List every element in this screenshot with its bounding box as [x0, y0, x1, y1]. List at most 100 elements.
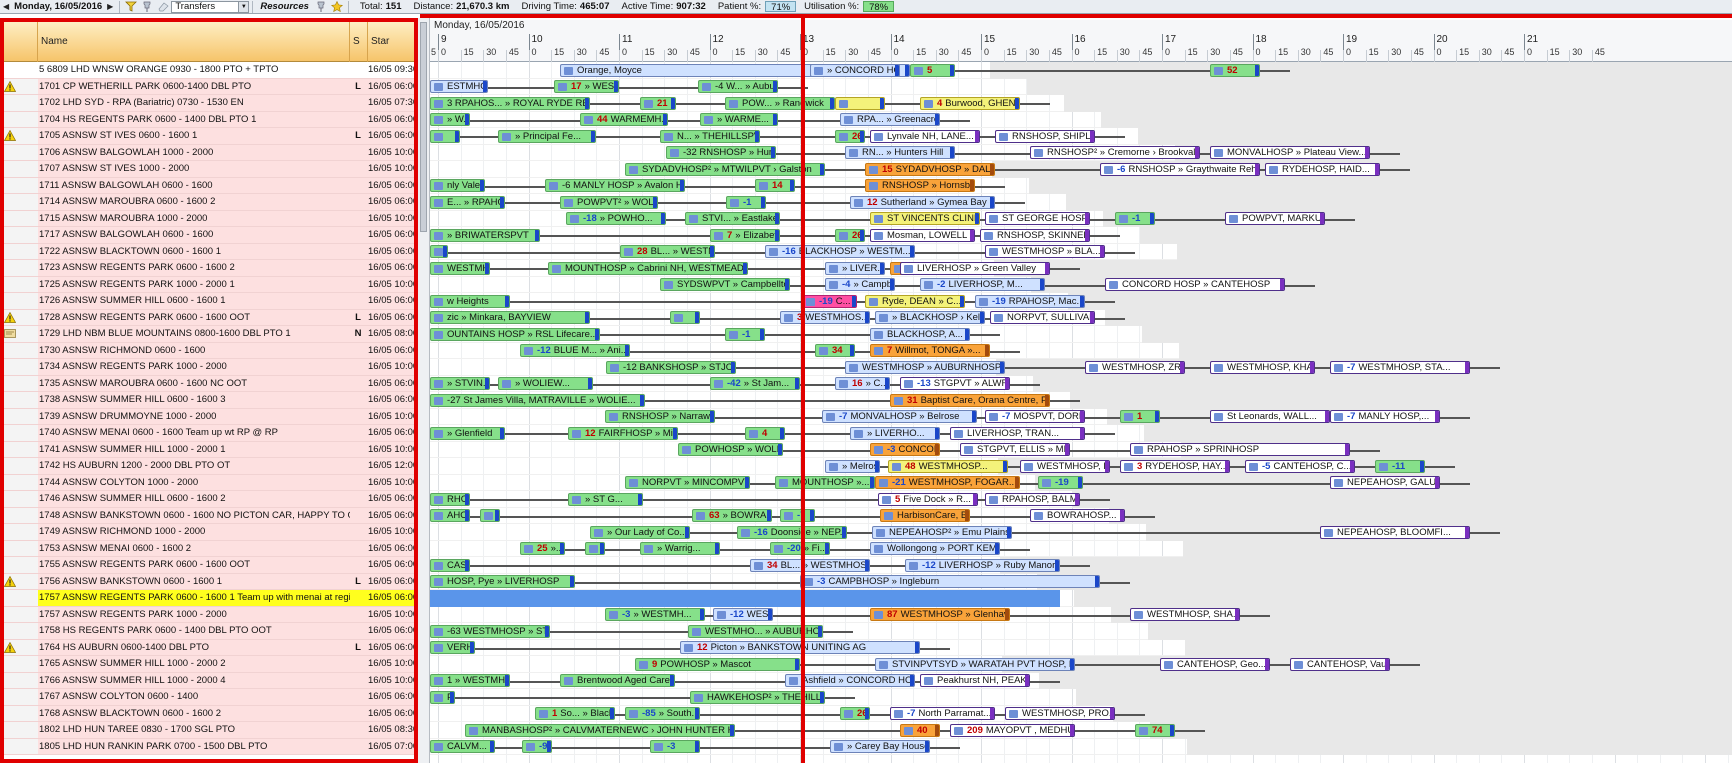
timeline-body[interactable]: Orange, Moyce» CONCORD HOSP552ESTMHOSP17… — [430, 62, 1732, 763]
transfer-job-bar[interactable]: POWHOSP » WOLIEWHO... — [678, 443, 783, 456]
timeline-row[interactable]: VERHOSP 12Picton » BANKSTOWN UNITING AG — [430, 639, 1732, 656]
transfer-job-bar[interactable]: -9 — [522, 740, 552, 753]
transfer-job-bar[interactable]: Peakhurst NH, PEAKHU... — [920, 674, 1030, 687]
transfer-job-bar[interactable]: -7 North Parramat... — [890, 707, 995, 720]
transfer-job-bar[interactable]: NORPVT, SULLIVAN »... — [990, 311, 1095, 324]
transfer-job-bar[interactable]: -7 MONVALHOSP » Belrose — [822, 410, 977, 423]
timeline-row[interactable]: P »... HAWKEHOSP² » THEHILLSPVT — [430, 689, 1732, 706]
transfer-job-bar[interactable] — [430, 129, 460, 143]
transfer-job-bar[interactable]: -5 CANTEHOSP, C... — [1245, 459, 1355, 473]
grid-row[interactable]: 1722 ASNSW BLACKTOWN 0600 - 1600 1 16/05 … — [0, 243, 417, 260]
transfer-job-bar[interactable]: -12 BANKSHOSP » STJOSHOSP — [606, 360, 736, 374]
transfer-job-bar[interactable]: -12WES... — [713, 608, 773, 621]
grid-row[interactable]: 5 6809 LHD WNSW ORANGE 0930 - 1800 PTO +… — [0, 62, 417, 79]
transfer-job-bar[interactable]: ST GEORGE HOSP... — [985, 212, 1090, 225]
transfer-job-bar[interactable]: » Warrig... — [640, 542, 720, 555]
transfer-job-bar[interactable]: ST VINCENTS CLINIC... — [870, 212, 980, 225]
grid-row[interactable]: 1805 LHD HUN RANKIN PARK 0700 - 1500 DBL… — [0, 738, 417, 755]
transfer-job-bar[interactable]: » STVIN... — [430, 377, 490, 390]
transfer-job-bar[interactable]: Wollongong » PORT KEMBLA... — [870, 542, 1000, 555]
transfer-job-bar[interactable]: 74 — [1135, 723, 1175, 737]
transfer-job-bar[interactable]: 1 — [1120, 410, 1160, 423]
transfer-job-bar[interactable]: 63» BOWRA... — [692, 509, 772, 522]
transfer-job-bar[interactable]: -19 C... — [802, 294, 857, 308]
transfer-job-bar[interactable]: 9 POWHOSP » Mascot — [635, 657, 800, 671]
timeline-row[interactable]: » BRIWATERSPVT 7» Elizabeth... 26 Mosman, L… — [430, 227, 1732, 244]
timeline-row[interactable]: WESTMHOSP MOUNTHOSP » Cabrini NH, WESTMEA… — [430, 260, 1732, 277]
transfer-job-bar[interactable]: -13 STGPVT » ALWR... — [900, 377, 1010, 390]
grid-row[interactable]: 1765 ASNSW SUMMER HILL 1000 - 2000 2 16/0… — [0, 656, 417, 673]
transfer-job-bar[interactable]: -2 — [480, 509, 500, 522]
grid-row[interactable]: 1729 LHD NBM BLUE MOUNTAINS 0800-1600 DB… — [0, 326, 417, 343]
timeline-row[interactable]: w Heights -19 C... Ryde, DEAN » C... -19 RPAH… — [430, 293, 1732, 310]
transfer-job-bar[interactable]: LIVERHOSP, TRAN... — [950, 426, 1085, 440]
transfer-job-bar[interactable]: NEPEAHOSP, BLOOMFI... — [1320, 525, 1470, 539]
vertical-scrollbar[interactable] — [418, 18, 430, 763]
transfer-job-bar[interactable] — [835, 96, 885, 110]
transfer-job-bar[interactable]: -18» POWHO... — [566, 212, 666, 225]
filter-icon[interactable] — [125, 1, 138, 12]
transfer-job-bar[interactable]: VERHOSP — [430, 641, 475, 654]
timeline-row[interactable]: 3 RPAHOS... » ROYAL RYDE REHABILIT 21 POW.… — [430, 95, 1732, 112]
transfer-job-bar[interactable]: -32 RNSHOSP » Hunter... — [666, 146, 776, 159]
timeline-row[interactable]: CASTLE H... 34BL... » WESTMHOSP -12LIVERHO… — [430, 557, 1732, 574]
transfer-job-bar[interactable]: WESTMHOSP » AUBURNHOSP — [845, 360, 1005, 374]
timeline-row[interactable]: SYDADVHOSP² » MTWILPVT › Galston 15 SYDADV… — [430, 161, 1732, 178]
grid-row[interactable]: 1767 ASNSW COLYTON 0600 - 1400 16/05 06:0… — [0, 689, 417, 706]
transfer-job-bar[interactable]: -16 BLACKHOSP » WESTM... — [765, 245, 915, 258]
timeline-row[interactable]: AHOSP -2 63» BOWRA... -7 HarbisonCare, B... B… — [430, 507, 1732, 524]
transfer-job-bar[interactable]: » ST G... — [568, 492, 643, 506]
grid-row[interactable]: 1740 ASNSW MENAI 0600 - 1600 Team up wt … — [0, 425, 417, 442]
transfer-job-bar[interactable]: St Leonards, WALL... — [1210, 410, 1330, 423]
transfer-job-bar[interactable]: WESTMHOSP » BLA... — [985, 245, 1105, 258]
timeline-row[interactable]: zic » Minkara, BAYVIEW 3 WESTMHOS... » BLAC… — [430, 309, 1732, 326]
indicator-column-header[interactable] — [0, 20, 38, 62]
transfer-job-bar[interactable]: RNSHOSP, SKINNER »... — [980, 228, 1090, 242]
transfer-job-bar[interactable]: -27 St James Villa, MATRAVILLE » WOLIE..… — [430, 393, 645, 407]
transfer-job-bar[interactable]: RNSHOSP » Narraweena — [605, 410, 715, 423]
transfer-job-bar[interactable]: -3 CAMPBHOSP » Ingleburn — [800, 575, 1100, 588]
timeline-row[interactable]: E... » RPAHOSP POWPVT² » WOLIEWHO... -1 12S… — [430, 194, 1732, 211]
pin-icon[interactable] — [315, 1, 327, 12]
transfer-job-bar[interactable]: -7 — [780, 509, 815, 522]
transfer-job-bar[interactable]: 26 — [840, 707, 870, 720]
transfer-job-bar[interactable]: 12 Sutherland » Gymea Bay — [850, 195, 995, 209]
transfer-job-bar[interactable]: WESTMHOSP, PRO... — [1005, 707, 1115, 720]
grid-row[interactable]: 1702 LHD SYD - RPA (Bariatric) 0730 - 15… — [0, 95, 417, 112]
transfer-job-bar[interactable]: » Principal Fe... — [498, 129, 596, 143]
transfer-job-bar[interactable]: HarbisonCare, B... — [880, 509, 970, 522]
transfer-job-bar[interactable]: POW... » Randwick — [725, 96, 835, 110]
transfer-job-bar[interactable]: 12 Picton » BANKSTOWN UNITING AG — [680, 641, 920, 654]
transfer-job-bar[interactable]: 15SYDADVHOSP » DALADPVT — [865, 162, 995, 176]
eraser-icon[interactable] — [157, 1, 169, 12]
grid-row[interactable]: 1755 ASNSW REGENTS PARK 0600 - 1600 OOT 1… — [0, 557, 417, 574]
grid-row[interactable]: 1739 ASNSW DRUMMOYNE 1000 - 2000 16/05 10… — [0, 408, 417, 425]
transfer-job-bar[interactable]: OUNTAINS HOSP » RSL Lifecare... — [430, 327, 600, 341]
transfer-job-bar[interactable]: RPAHOSP, BALM... — [985, 492, 1080, 506]
transfer-job-bar[interactable]: 25»... — [520, 542, 565, 555]
transfer-job-bar[interactable]: HOSP, Pye » LIVERHOSP — [430, 575, 575, 588]
prev-day-button[interactable]: ◀ — [0, 0, 12, 13]
timeline-row[interactable]: RHOSP » ST G... 5Five Dock » R... RPAHOSP, … — [430, 491, 1732, 508]
grid-row[interactable]: 1705 ASNSW ST IVES 0600 - 1600 1 L 16/05 0… — [0, 128, 417, 145]
transfer-job-bar[interactable]: » Melrose L... — [825, 459, 880, 473]
view-select[interactable]: Transfers ▼ — [171, 0, 250, 13]
transfer-job-bar[interactable]: » LIVER... — [825, 261, 885, 275]
timeline-row[interactable]: Orange, Moyce » CONCORD HOSP 5 52 — [430, 62, 1732, 79]
transfer-job-bar[interactable]: P »... — [430, 690, 455, 704]
transfer-job-bar[interactable]: 16» C... — [835, 377, 890, 390]
start-column-header[interactable]: Star — [368, 20, 417, 62]
transfer-job-bar[interactable]: Mosman, LOWELL »... — [870, 228, 975, 242]
transfer-job-bar[interactable]: -7 MANLY HOSP,... — [1330, 410, 1440, 423]
grid-row[interactable]: 1749 ASNSW RICHMOND 1000 - 2000 16/05 10:… — [0, 524, 417, 541]
transfer-job-bar[interactable]: 3 WESTMHOS... — [780, 311, 870, 324]
timeline-row[interactable]: -63 WESTMHOSP » STJ... WESTMHO... » AUBUR… — [430, 623, 1732, 640]
transfer-job-bar[interactable]: -7 WESTMHOSP, STA... — [1330, 360, 1470, 374]
transfer-job-bar[interactable]: -3CONCORD H... — [870, 443, 940, 456]
transfer-job-bar[interactable]: E... » RPAHOSP — [430, 195, 505, 209]
transfer-job-bar[interactable]: 40 — [900, 723, 940, 737]
transfer-job-bar[interactable]: STGPVT, ELLIS » ME... — [960, 443, 1070, 456]
grid-row[interactable]: 1766 ASNSW SUMMER HILL 1000 - 2000 4 16/0… — [0, 672, 417, 689]
transfer-job-bar[interactable]: POWPVT² » WOLIEWHO... — [560, 195, 658, 209]
grid-row[interactable]: 1744 ASNSW COLYTON 1000 - 2000 16/05 10:0… — [0, 474, 417, 491]
